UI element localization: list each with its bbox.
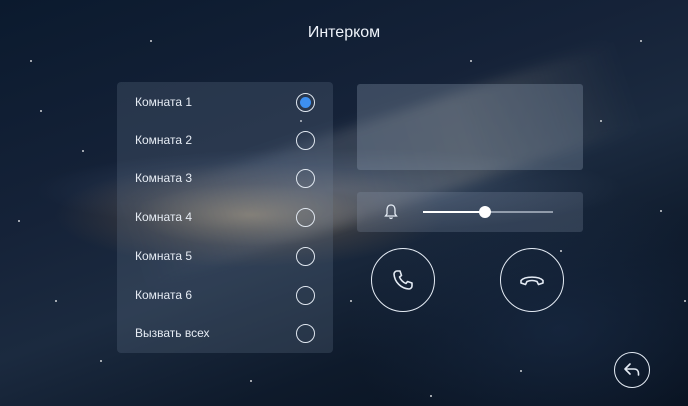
hang-up-button[interactable] bbox=[500, 248, 564, 312]
star bbox=[30, 60, 32, 62]
star bbox=[350, 300, 352, 302]
room-item-4[interactable]: Комната 4 bbox=[117, 198, 333, 236]
star bbox=[100, 360, 102, 362]
star bbox=[684, 300, 686, 302]
room-label: Комната 4 bbox=[135, 210, 192, 224]
star bbox=[18, 220, 20, 222]
answer-call-button[interactable] bbox=[371, 248, 435, 312]
room-item-3[interactable]: Комната 3 bbox=[117, 159, 333, 197]
room-label: Комната 1 bbox=[135, 95, 192, 109]
radio-button[interactable] bbox=[296, 207, 315, 227]
room-list: Комната 1 Комната 2 Комната 3 Комната 4 … bbox=[117, 82, 333, 353]
intercom-screen: Интерком Комната 1 Комната 2 Комната 3 К… bbox=[0, 0, 688, 406]
radio-button[interactable] bbox=[296, 246, 315, 266]
star bbox=[470, 60, 472, 62]
volume-slider[interactable] bbox=[423, 206, 553, 218]
volume-control bbox=[357, 192, 583, 232]
star bbox=[560, 250, 562, 252]
room-label: Комната 3 bbox=[135, 171, 192, 185]
radio-button[interactable] bbox=[296, 168, 315, 188]
page-title: Интерком bbox=[307, 24, 381, 41]
radio-button[interactable] bbox=[296, 323, 315, 343]
video-preview bbox=[357, 84, 583, 170]
volume-slider-fill bbox=[423, 211, 486, 213]
back-button[interactable] bbox=[614, 352, 650, 388]
star bbox=[55, 300, 57, 302]
room-item-6[interactable]: Комната 6 bbox=[117, 276, 333, 314]
radio-selected-dot bbox=[300, 96, 311, 108]
room-label: Комната 5 bbox=[135, 249, 192, 263]
bell-icon bbox=[384, 204, 398, 220]
star bbox=[82, 150, 84, 152]
room-label: Комната 2 bbox=[135, 133, 192, 147]
volume-slider-handle[interactable] bbox=[479, 206, 492, 218]
radio-button[interactable] bbox=[296, 285, 315, 305]
room-label: Комната 6 bbox=[135, 288, 192, 302]
room-item-2[interactable]: Комната 2 bbox=[117, 121, 333, 159]
back-arrow-icon bbox=[624, 363, 640, 376]
phone-answer-icon bbox=[393, 270, 413, 290]
radio-button[interactable] bbox=[296, 92, 315, 112]
room-label: Вызвать всех bbox=[135, 326, 210, 340]
room-item-all[interactable]: Вызвать всех bbox=[117, 314, 333, 352]
room-item-1[interactable]: Комната 1 bbox=[117, 83, 333, 121]
star bbox=[40, 110, 42, 112]
star bbox=[430, 395, 432, 397]
room-item-5[interactable]: Комната 5 bbox=[117, 237, 333, 275]
star bbox=[250, 380, 252, 382]
star bbox=[520, 370, 522, 372]
star bbox=[600, 120, 602, 122]
phone-hangup-icon bbox=[520, 276, 544, 286]
radio-button[interactable] bbox=[296, 130, 315, 150]
star bbox=[660, 210, 662, 212]
